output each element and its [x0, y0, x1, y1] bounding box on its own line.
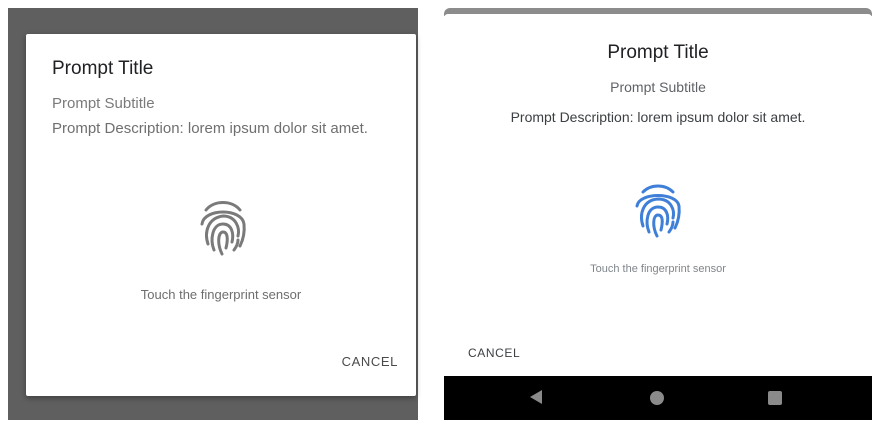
- sheet-top-edge: [444, 8, 872, 18]
- left-screen-backdrop: Prompt Title Prompt Subtitle Prompt Desc…: [8, 8, 418, 420]
- recents-square-icon[interactable]: [768, 391, 782, 405]
- back-triangle-icon[interactable]: [530, 390, 542, 404]
- dialog-title: Prompt Title: [52, 58, 154, 79]
- dialog-subtitle: Prompt Subtitle: [52, 95, 155, 112]
- dialog-title: Prompt Title: [607, 42, 709, 63]
- right-screen: Prompt Title Prompt Subtitle Prompt Desc…: [444, 8, 872, 420]
- fingerprint-icon: [196, 196, 250, 258]
- left-biometric-dialog: Prompt Title Prompt Subtitle Prompt Desc…: [26, 34, 416, 396]
- fingerprint-hint: Touch the fingerprint sensor: [140, 287, 302, 302]
- cancel-button[interactable]: CANCEL: [342, 354, 398, 369]
- system-navigation-bar: [444, 376, 872, 420]
- dialog-description: Prompt Description: lorem ipsum dolor si…: [510, 109, 806, 125]
- cancel-button[interactable]: CANCEL: [468, 346, 520, 360]
- fingerprint-hint: Touch the fingerprint sensor: [590, 263, 726, 275]
- fingerprint-icon: [631, 182, 685, 240]
- dialog-description: Prompt Description: lorem ipsum dolor si…: [52, 120, 368, 137]
- dialog-subtitle: Prompt Subtitle: [610, 79, 706, 95]
- home-circle-icon[interactable]: [650, 391, 664, 405]
